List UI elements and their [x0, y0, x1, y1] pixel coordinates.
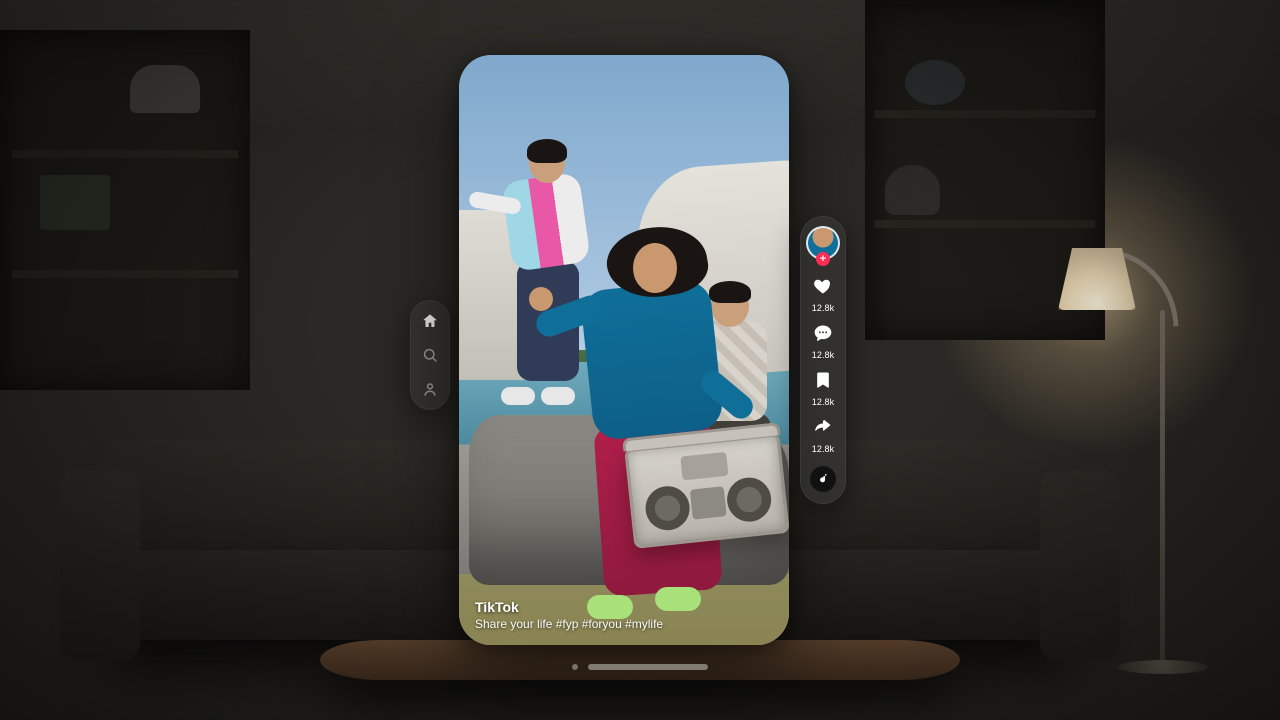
share-count: 12.8k — [812, 444, 835, 454]
window-close-dot[interactable] — [572, 664, 578, 670]
heart-icon — [813, 276, 833, 301]
video-content — [459, 55, 789, 645]
share-icon — [813, 417, 833, 442]
video-author[interactable]: TikTok — [475, 599, 773, 615]
home-icon — [421, 312, 439, 330]
action-rail: + 12.8k 12.8k 12.8k 12.8k — [800, 216, 846, 504]
bookmark-button[interactable]: 12.8k — [812, 370, 835, 407]
video-caption: TikTok Share your life #fyp #foryou #myl… — [475, 599, 773, 631]
nav-search[interactable] — [421, 346, 439, 364]
nav-profile[interactable] — [421, 380, 439, 398]
person-icon — [421, 380, 439, 398]
comment-button[interactable]: 12.8k — [812, 323, 835, 360]
video-boombox — [624, 433, 789, 549]
window-grabber[interactable] — [572, 664, 708, 670]
bookmark-count: 12.8k — [812, 397, 835, 407]
video-description: Share your life #fyp #foryou #mylife — [475, 617, 773, 631]
bookmark-icon — [813, 370, 833, 395]
author-avatar[interactable]: + — [806, 226, 840, 260]
music-disc-icon — [810, 466, 836, 492]
video-figure — [547, 233, 737, 613]
share-button[interactable]: 12.8k — [812, 417, 835, 454]
like-button[interactable]: 12.8k — [812, 276, 835, 313]
comment-count: 12.8k — [812, 350, 835, 360]
nav-home[interactable] — [421, 312, 439, 330]
nav-rail — [410, 300, 450, 410]
sound-disc[interactable] — [810, 466, 836, 492]
window-move-bar-icon[interactable] — [588, 664, 708, 670]
search-icon — [421, 346, 439, 364]
comment-icon — [813, 323, 833, 348]
video-card[interactable]: TikTok Share your life #fyp #foryou #myl… — [459, 55, 789, 645]
like-count: 12.8k — [812, 303, 835, 313]
follow-plus-icon[interactable]: + — [816, 252, 830, 266]
